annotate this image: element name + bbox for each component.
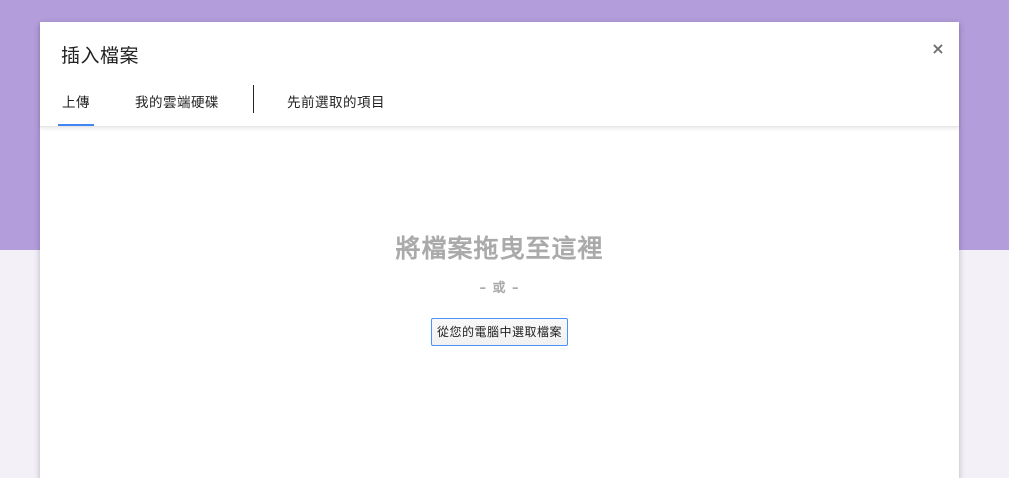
- drop-here-text: 將檔案拖曳至這裡: [395, 234, 604, 263]
- dialog-title: 插入檔案: [61, 45, 140, 67]
- or-separator: – 或 –: [479, 281, 520, 296]
- tab-upload[interactable]: 上傳: [58, 84, 94, 126]
- tab-my-drive[interactable]: 我的雲端硬碟: [131, 84, 223, 119]
- tab-bar: 上傳 我的雲端硬碟 先前選取的項目: [58, 84, 389, 126]
- dialog-header: 插入檔案 × 上傳 我的雲端硬碟 先前選取的項目: [40, 22, 959, 127]
- insert-file-dialog: 插入檔案 × 上傳 我的雲端硬碟 先前選取的項目 將檔案拖曳至這裡 – 或 – …: [40, 22, 959, 478]
- tab-divider: [253, 85, 254, 113]
- upload-drop-zone[interactable]: 將檔案拖曳至這裡 – 或 – 從您的電腦中選取檔案: [40, 127, 959, 478]
- close-icon[interactable]: ×: [931, 41, 945, 57]
- tab-recently-selected[interactable]: 先前選取的項目: [283, 84, 389, 119]
- select-from-computer-button[interactable]: 從您的電腦中選取檔案: [431, 318, 568, 346]
